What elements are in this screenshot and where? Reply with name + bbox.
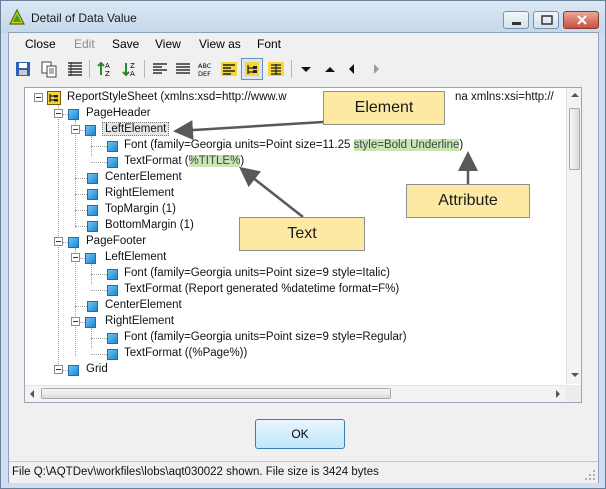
sort-ascending-icon: AZ [97,61,110,78]
toolbar-separator [89,60,90,78]
element-callout: Element [323,91,445,125]
svg-text:DEF: DEF [198,70,211,78]
tree-app-icon [9,9,25,25]
maximize-icon [541,15,553,25]
align-left-button[interactable] [149,58,171,80]
menu-edit[interactable]: Edit [74,37,95,51]
menu-font[interactable]: Font [257,37,281,51]
svg-text:A: A [130,70,135,78]
minimize-button[interactable] [503,11,529,29]
scroll-left-icon[interactable] [27,386,37,402]
align-justify-button[interactable] [172,58,194,80]
tree-panel[interactable]: ReportStyleSheet (xmlns:xsd=http://www.w… [24,87,582,403]
grid-view-icon [268,62,284,76]
status-text: File Q:\AQTDev\workfiles\lobs\aqt030022 … [12,466,379,478]
element-arrow [173,120,324,141]
close-button[interactable] [563,11,599,29]
menu-view-as[interactable]: View as [199,37,241,51]
menu-close[interactable]: Close [25,37,56,51]
move-left-button[interactable] [341,58,363,80]
menu-view[interactable]: View [155,37,181,51]
vertical-scroll-thumb[interactable] [569,108,580,170]
svg-text:Z: Z [105,70,110,78]
move-down-button[interactable] [295,58,317,80]
sort-ascending-button[interactable]: AZ [94,58,116,80]
scroll-up-icon[interactable] [567,90,582,100]
svg-text:A: A [105,62,110,70]
svg-text:Z: Z [130,62,135,70]
resize-grip-icon[interactable] [584,469,596,481]
copy-icon [41,61,57,78]
highlight-text-button[interactable] [218,58,240,80]
sort-descending-icon: ZA [122,62,135,78]
vertical-scrollbar[interactable] [566,88,582,384]
close-icon [577,15,587,25]
horizontal-scrollbar[interactable] [25,385,566,402]
menu-save[interactable]: Save [112,37,139,51]
maximize-button[interactable] [533,11,559,29]
highlight-text-icon [221,62,237,76]
toolbar: AZ ZA ABC DEF [9,56,598,82]
status-bar: File Q:\AQTDev\workfiles\lobs\aqt030022 … [9,461,598,483]
save-button[interactable] [12,58,34,80]
dialog-window: Detail of Data Value Close Edit Save Vie… [0,0,606,489]
xml-tree-view[interactable]: ReportStyleSheet (xmlns:xsd=http://www.w… [25,88,565,384]
tree-view-icon [245,62,259,76]
scroll-right-icon[interactable] [553,386,563,402]
scrollbar-corner [566,385,581,402]
toolbar-separator [291,60,292,78]
grid-view-button[interactable] [265,58,287,80]
minimize-icon [512,22,521,25]
menu-bar: Close Edit Save View View as Font [9,33,598,55]
move-up-button[interactable] [319,58,341,80]
ok-button[interactable]: OK [255,419,345,449]
arrow-left-icon [349,64,354,74]
copy-button[interactable] [38,58,60,80]
tree-view-button[interactable] [241,58,263,80]
abc-def-button[interactable]: ABC DEF [195,58,217,80]
attribute-callout: Attribute [406,184,530,218]
horizontal-scroll-thumb[interactable] [41,388,391,399]
list-view-button[interactable] [64,58,86,80]
scroll-down-icon[interactable] [567,369,582,381]
save-icon [16,62,30,76]
arrow-right-icon [374,64,379,74]
toolbar-separator [144,60,145,78]
window-title: Detail of Data Value [31,11,137,25]
title-bar[interactable]: Detail of Data Value [1,1,605,33]
client-area: Close Edit Save View View as Font AZ ZA [8,32,599,483]
sort-descending-button[interactable]: ZA [119,58,141,80]
abc-def-icon: ABCDEF [198,62,212,78]
text-callout: Text [239,217,365,251]
text-arrow [239,166,304,218]
arrow-up-icon [325,67,335,72]
move-right-button[interactable] [365,58,387,80]
align-left-icon [153,63,167,74]
align-justify-icon [176,63,190,74]
svg-text:ABC: ABC [198,62,212,70]
arrow-down-icon [301,67,311,72]
list-view-icon [68,62,82,76]
